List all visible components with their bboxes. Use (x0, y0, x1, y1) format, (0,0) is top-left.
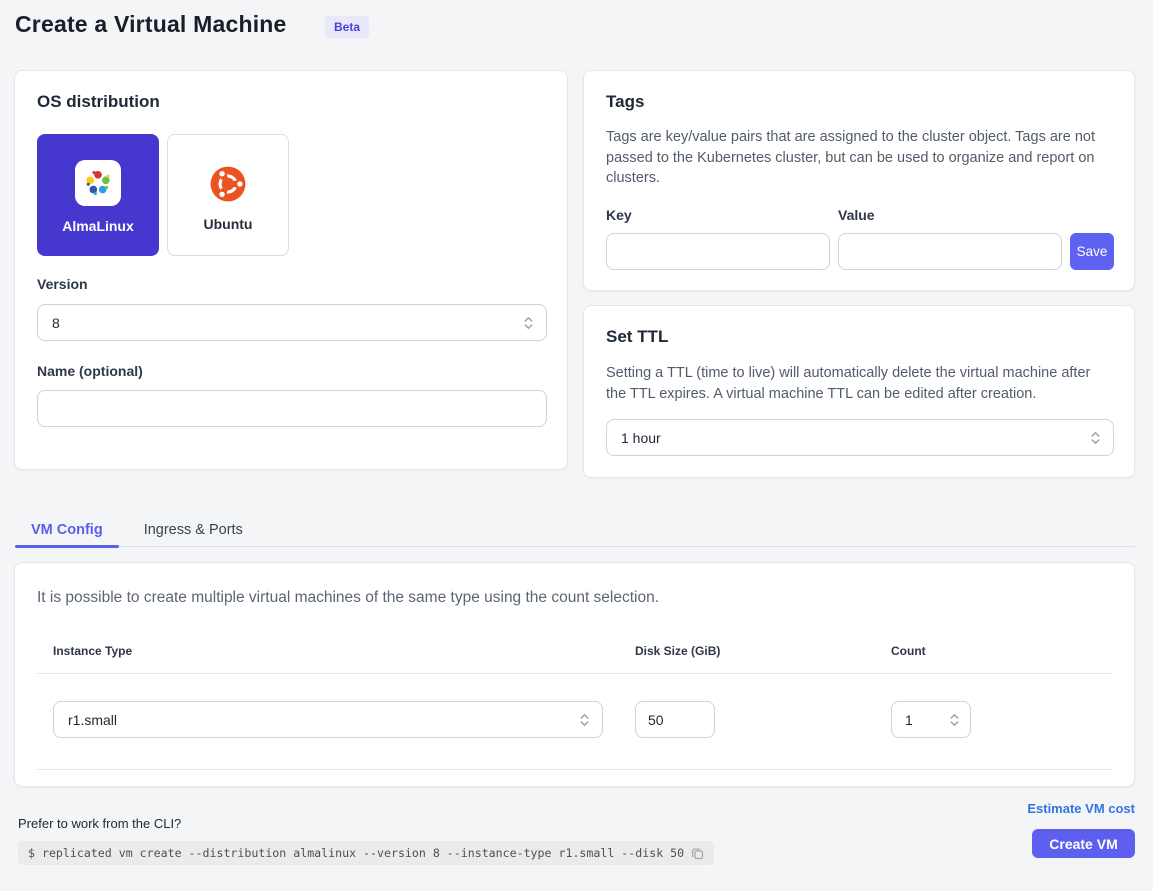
instance-type-value: r1.small (68, 712, 579, 728)
ttl-card-title: Set TTL (606, 327, 668, 347)
table-row-divider (37, 769, 1112, 770)
cli-prompt-text: Prefer to work from the CLI? (18, 816, 181, 831)
ttl-select-value: 1 hour (621, 430, 1090, 446)
ttl-description: Setting a TTL (time to live) will automa… (606, 363, 1114, 404)
ubuntu-icon (208, 164, 248, 204)
os-card-title: OS distribution (37, 92, 160, 112)
version-label: Version (37, 276, 88, 292)
tags-card: Tags Tags are key/value pairs that are a… (583, 70, 1135, 291)
vm-config-card: It is possible to create multiple virtua… (14, 562, 1135, 787)
vm-name-input[interactable] (37, 390, 547, 427)
tag-key-label: Key (606, 207, 632, 223)
almalinux-label: AlmaLinux (62, 218, 134, 234)
os-distribution-card: OS distribution AlmaLinux (14, 70, 568, 470)
tab-vm-config[interactable]: VM Config (15, 505, 119, 547)
beta-badge: Beta (325, 16, 369, 38)
distribution-tile-almalinux[interactable]: AlmaLinux (37, 134, 159, 256)
tag-value-label: Value (838, 207, 875, 223)
chevron-up-down-icon (579, 712, 590, 728)
cli-command-text: $ replicated vm create --distribution al… (28, 846, 684, 860)
chevron-up-down-icon (1090, 430, 1101, 446)
cli-command-block: $ replicated vm create --distribution al… (18, 841, 714, 865)
set-ttl-card: Set TTL Setting a TTL (time to live) wil… (583, 305, 1135, 478)
tag-value-input[interactable] (838, 233, 1062, 270)
count-stepper[interactable]: 1 (891, 701, 971, 738)
column-header-count: Count (891, 644, 926, 658)
tag-key-input[interactable] (606, 233, 830, 270)
count-value: 1 (905, 712, 949, 728)
create-vm-button[interactable]: Create VM (1032, 829, 1135, 858)
vm-config-description: It is possible to create multiple virtua… (37, 589, 659, 607)
version-select[interactable]: 8 (37, 304, 547, 341)
version-select-value: 8 (52, 315, 523, 331)
tab-ingress-ports[interactable]: Ingress & Ports (128, 505, 259, 547)
table-header-divider (37, 673, 1112, 674)
tags-card-title: Tags (606, 92, 644, 112)
column-header-disk-size: Disk Size (GiB) (635, 644, 720, 658)
ttl-select[interactable]: 1 hour (606, 419, 1114, 456)
chevron-up-down-icon (949, 712, 960, 728)
estimate-vm-cost-link[interactable]: Estimate VM cost (1027, 801, 1135, 816)
config-tabs: VM Config Ingress & Ports (15, 505, 1135, 547)
column-header-instance-type: Instance Type (53, 644, 132, 658)
almalinux-icon (75, 160, 121, 206)
page-title: Create a Virtual Machine (15, 11, 287, 38)
instance-type-select[interactable]: r1.small (53, 701, 603, 738)
distribution-tile-ubuntu[interactable]: Ubuntu (167, 134, 289, 256)
tags-description: Tags are key/value pairs that are assign… (606, 127, 1114, 189)
vm-name-label: Name (optional) (37, 363, 143, 379)
chevron-up-down-icon (523, 315, 534, 331)
create-vm-page: Create a Virtual Machine Beta OS distrib… (0, 0, 1153, 891)
save-tag-button[interactable]: Save (1070, 233, 1114, 270)
copy-icon[interactable] (691, 847, 704, 860)
ubuntu-label: Ubuntu (204, 216, 253, 232)
disk-size-input[interactable] (635, 701, 715, 738)
